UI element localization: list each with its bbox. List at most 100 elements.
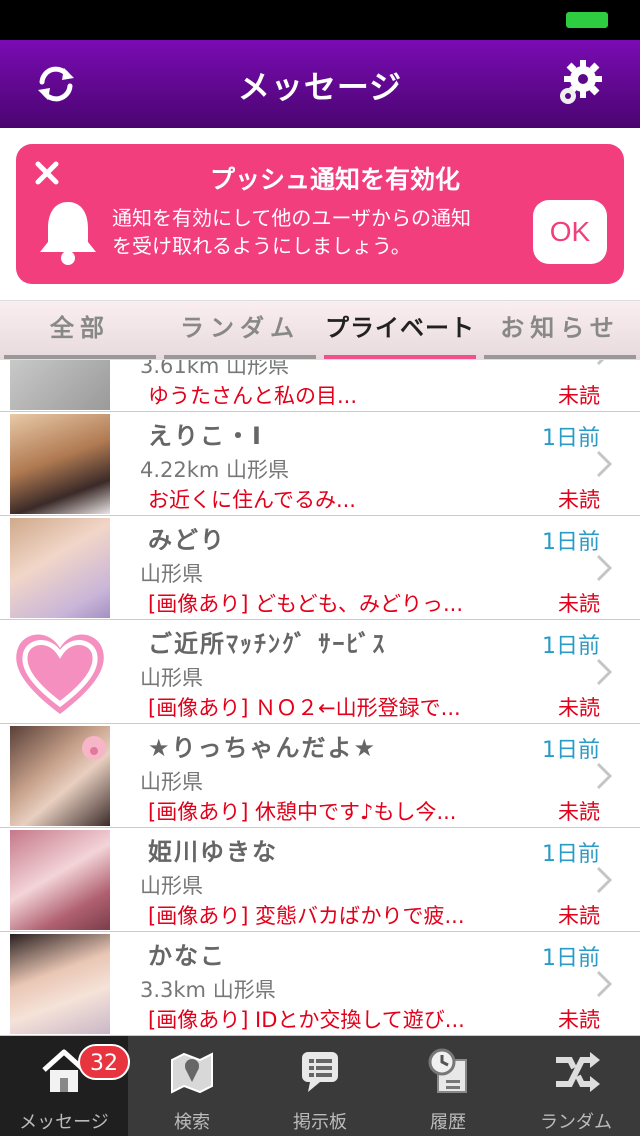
message-time: 1日前	[542, 946, 600, 971]
message-row[interactable]: 3.61km 山形県 ゆうたさんと私の目... 未読	[0, 360, 640, 412]
board-icon	[302, 1052, 338, 1092]
message-time: 1日前	[542, 634, 600, 659]
message-row[interactable]: ご近所ﾏｯﾁﾝｸﾞ ｻｰﾋﾞｽ 1日前 山形県 [画像あり] ＮＯ２←山形登録で…	[0, 620, 640, 724]
sender-name: 姫川ゆきな	[148, 838, 278, 866]
tabbar-random[interactable]: ランダム	[512, 1036, 640, 1136]
tab-notices[interactable]: お知らせ	[480, 301, 640, 361]
shuffle-icon	[556, 1052, 600, 1092]
chevron-right-icon	[596, 762, 612, 790]
avatar	[10, 360, 110, 410]
message-time: 1日前	[542, 738, 600, 763]
unread-status: 未読	[558, 488, 600, 512]
unread-status: 未読	[558, 800, 600, 824]
message-time: 1日前	[542, 842, 600, 867]
tab-all[interactable]: 全部	[0, 301, 160, 361]
unread-count-badge: 32	[78, 1044, 130, 1080]
avatar	[10, 830, 110, 930]
message-preview: [画像あり] 変態バカばかりで疲...	[148, 904, 465, 928]
tabbar-label: メッセージ	[19, 1112, 109, 1133]
page-title: メッセージ	[237, 68, 403, 106]
unread-status: 未読	[558, 696, 600, 720]
message-preview: [画像あり] 休憩中です♪もし今...	[148, 800, 457, 824]
chevron-right-icon	[596, 360, 605, 366]
avatar	[10, 934, 110, 1034]
sender-name: ご近所ﾏｯﾁﾝｸﾞ ｻｰﾋﾞｽ	[148, 630, 387, 658]
message-location: 山形県	[140, 666, 203, 690]
bell-icon	[36, 198, 100, 268]
unread-status: 未読	[558, 384, 600, 408]
tab-underline	[164, 355, 316, 359]
message-row[interactable]: みどり 1日前 山形県 [画像あり] どもども、みどりっ... 未読	[0, 516, 640, 620]
pig-sticker-icon	[82, 736, 106, 760]
banner-line: を受け取れるようにしましょう。	[112, 234, 411, 258]
tab-random[interactable]: ランダム	[160, 301, 320, 361]
tab-label: プライベート	[325, 314, 475, 342]
tab-private[interactable]: プライベート	[320, 301, 480, 361]
tabbar-messages[interactable]: 32 メッセージ	[0, 1036, 130, 1136]
tabbar-history[interactable]: 履歴	[384, 1036, 512, 1136]
avatar	[10, 518, 110, 618]
tabbar-label: 検索	[174, 1112, 210, 1133]
tab-underline	[324, 355, 476, 359]
message-preview: お近くに住んでるみ...	[148, 488, 356, 512]
message-preview: [画像あり] IDとか交換して遊び...	[148, 1008, 465, 1032]
map-icon	[171, 1052, 213, 1094]
sender-name: えりこ・I	[148, 422, 263, 450]
tab-label: お知らせ	[500, 314, 620, 342]
chevron-right-icon	[596, 554, 612, 582]
message-time: 1日前	[542, 530, 600, 555]
battery-icon	[566, 12, 608, 28]
message-row[interactable]: 姫川ゆきな 1日前 山形県 [画像あり] 変態バカばかりで疲... 未読	[0, 828, 640, 932]
message-location: 3.3km 山形県	[140, 978, 276, 1002]
chevron-right-icon	[596, 866, 612, 894]
message-preview: [画像あり] どもども、みどりっ...	[148, 592, 464, 616]
chevron-right-icon	[596, 970, 612, 998]
banner-line: 通知を有効にして他のユーザからの通知	[112, 206, 471, 230]
sender-name: みどり	[148, 526, 226, 554]
message-list: 3.61km 山形県 ゆうたさんと私の目... 未読 えりこ・I 1日前 4.2…	[0, 360, 640, 1036]
message-location: 山形県	[140, 770, 203, 794]
gear-icon	[560, 60, 602, 104]
history-icon	[428, 1048, 467, 1093]
heart-icon	[16, 634, 104, 714]
message-location: 4.22km 山形県	[140, 458, 290, 482]
banner-message: 通知を有効にして他のユーザからの通知 を受け取れるようにしましょう。	[112, 204, 532, 260]
tab-label: ランダム	[180, 314, 300, 342]
status-bar	[0, 0, 640, 40]
message-location: 山形県	[140, 562, 203, 586]
avatar	[10, 726, 110, 826]
chevron-right-icon	[596, 450, 612, 478]
tab-underline	[484, 355, 636, 359]
unread-status: 未読	[558, 1008, 600, 1032]
message-row[interactable]: かなこ 1日前 3.3km 山形県 [画像あり] IDとか交換して遊び... 未…	[0, 932, 640, 1036]
tabbar-search[interactable]: 検索	[128, 1036, 256, 1136]
tabbar-label: 掲示板	[293, 1112, 347, 1133]
sender-name: ★りっちゃんだよ★	[148, 734, 378, 762]
push-notification-banner: プッシュ通知を有効化 通知を有効にして他のユーザからの通知 を受け取れるようにし…	[16, 144, 624, 284]
chevron-right-icon	[596, 658, 612, 686]
screen: メッセージ プッシュ通知を有効化 通知を有効にして他のユーザからの通知 を受け取…	[0, 0, 640, 1136]
tabbar-board[interactable]: 掲示板	[256, 1036, 384, 1136]
message-location: 3.61km 山形県	[140, 360, 290, 378]
banner-title: プッシュ通知を有効化	[209, 165, 460, 194]
tabbar-label: 履歴	[430, 1112, 466, 1133]
message-preview: ゆうたさんと私の目...	[148, 384, 358, 408]
avatar	[10, 622, 110, 722]
bottom-tab-bar: 32 メッセージ 検索 掲示板 履歴 ランダム	[0, 1036, 640, 1136]
message-preview: [画像あり] ＮＯ２←山形登録で...	[148, 696, 461, 720]
unread-status: 未読	[558, 904, 600, 928]
avatar	[10, 414, 110, 514]
enable-push-ok-button[interactable]: OK	[533, 200, 607, 264]
tab-label: 全部	[50, 314, 110, 342]
tab-underline	[4, 355, 156, 359]
sender-name: かなこ	[148, 942, 226, 970]
message-time: 1日前	[542, 426, 600, 451]
message-row[interactable]: ★りっちゃんだよ★ 1日前 山形県 [画像あり] 休憩中です♪もし今... 未読	[0, 724, 640, 828]
tabbar-label: ランダム	[540, 1112, 612, 1133]
message-location: 山形県	[140, 874, 203, 898]
settings-button[interactable]	[556, 58, 606, 108]
message-row[interactable]: えりこ・I 1日前 4.22km 山形県 お近くに住んでるみ... 未読	[0, 412, 640, 516]
filter-tabs: 全部 ランダム プライベート お知らせ	[0, 300, 640, 360]
unread-status: 未読	[558, 592, 600, 616]
nav-bar: メッセージ	[0, 40, 640, 128]
